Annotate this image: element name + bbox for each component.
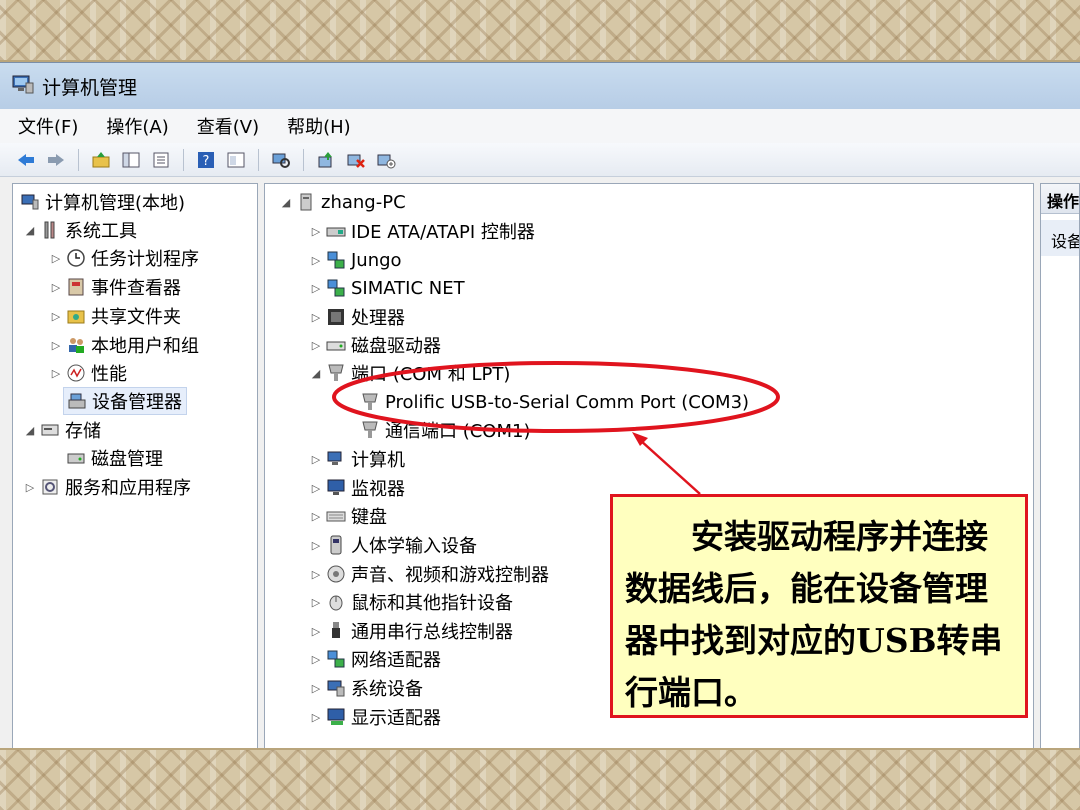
callout-arrow-line [639,439,701,495]
highlight-ellipse [332,361,780,433]
annotation-callout: 安装驱动程序并连接数据线后，能在设备管理器中找到对应的USB转串行端口。 [610,494,1028,718]
